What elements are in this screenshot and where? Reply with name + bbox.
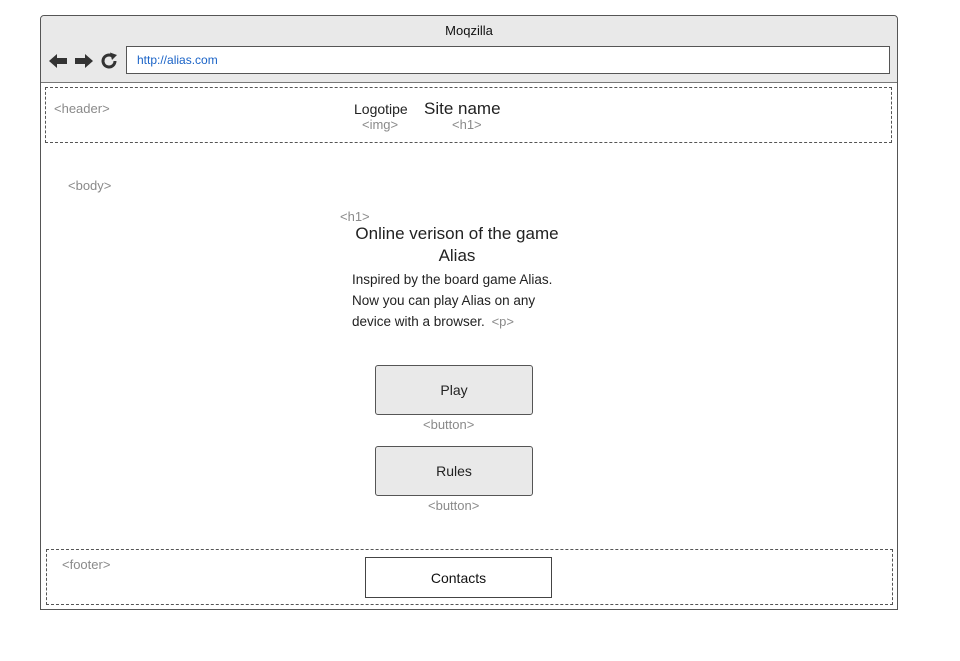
rules-button-tag: <button> xyxy=(428,498,480,513)
heading-tag: <h1> xyxy=(340,209,370,224)
footer-tag-label: <footer> xyxy=(62,557,111,572)
header-region: <header> Logotipe <img> Site name <h1> xyxy=(45,87,892,143)
browser-titlebar: Moqzilla http://alias.com xyxy=(41,16,897,83)
site-name-tag: <h1> xyxy=(452,117,482,132)
arrow-right-icon[interactable] xyxy=(73,50,95,72)
play-button[interactable]: Play xyxy=(375,365,533,415)
contacts-button[interactable]: Contacts xyxy=(365,557,552,598)
header-tag-label: <header> xyxy=(54,101,110,116)
paragraph-line-3-text: device with a browser. xyxy=(352,314,485,329)
arrow-left-icon[interactable] xyxy=(47,50,69,72)
paragraph-line-3: device with a browser. <p> xyxy=(352,311,552,332)
intro-paragraph: Inspired by the board game Alias. Now yo… xyxy=(352,269,552,332)
page-heading: Online verison of the game Alias xyxy=(291,223,623,267)
site-name: Site name xyxy=(424,99,501,118)
page-heading-line-1: Online verison of the game xyxy=(355,224,559,243)
reload-icon[interactable] xyxy=(98,50,120,72)
browser-window: Moqzilla http://alias.com <header> Logot… xyxy=(40,15,898,610)
rules-button[interactable]: Rules xyxy=(375,446,533,496)
play-button-tag: <button> xyxy=(423,417,475,432)
window-title: Moqzilla xyxy=(445,23,493,38)
url-bar[interactable]: http://alias.com xyxy=(126,46,890,74)
body-tag-label: <body> xyxy=(68,178,112,193)
logo-img-tag: <img> xyxy=(362,117,399,132)
paragraph-line-2: Now you can play Alias on any xyxy=(352,293,536,308)
paragraph-tag: <p> xyxy=(491,314,514,329)
paragraph-line-1: Inspired by the board game Alias. xyxy=(352,272,553,287)
logo-text: Logotipe xyxy=(354,101,408,117)
footer-region: <footer> Contacts xyxy=(46,549,893,605)
page-heading-line-2: Alias xyxy=(438,246,476,265)
